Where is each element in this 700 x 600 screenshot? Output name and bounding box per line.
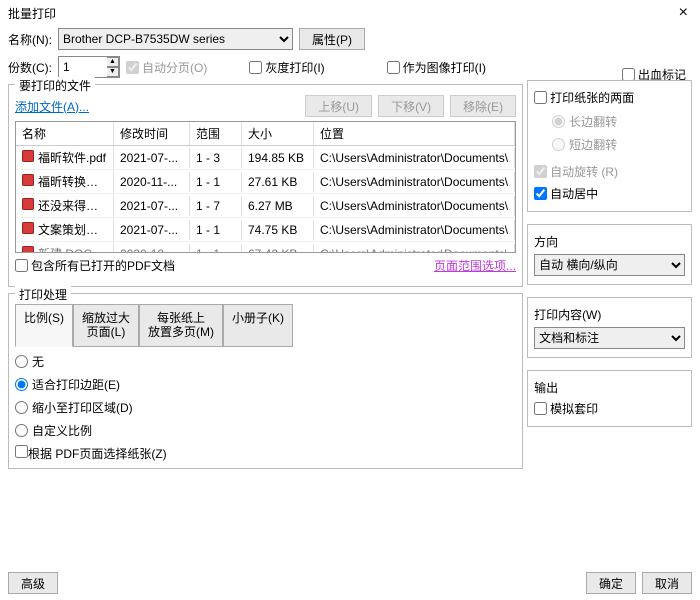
simulate-overprint-checkbox[interactable]: 模拟套印 — [534, 400, 598, 417]
auto-center-checkbox[interactable]: 自动居中 — [534, 185, 598, 202]
image-print-checkbox[interactable]: 作为图像打印(I) — [387, 59, 486, 76]
advanced-button[interactable]: 高级 — [8, 572, 58, 594]
orientation-select[interactable]: 自动 横向/纵向 — [534, 254, 685, 276]
table-row[interactable]: 文案策划人员需...2021-07-...1 - 174.75 KBC:\Use… — [16, 218, 515, 242]
scale-shrink-area-radio[interactable]: 缩小至打印区域(D) — [15, 399, 516, 416]
table-row[interactable]: 新建 DOCY 文档2020-12-1 - 167.42 KBC:\Users\… — [16, 242, 515, 253]
handling-group-title: 打印处理 — [15, 286, 71, 303]
col-loc[interactable]: 位置 — [314, 122, 515, 145]
collate-checkbox: 自动分页(O) — [126, 59, 207, 76]
col-range[interactable]: 范围 — [190, 122, 242, 145]
grayscale-checkbox[interactable]: 灰度打印(I) — [249, 59, 324, 76]
long-edge-radio: 长边翻转 — [552, 113, 685, 130]
print-content-select[interactable]: 文档和标注 — [534, 327, 685, 349]
include-opened-checkbox[interactable]: 包含所有已打开的PDF文档 — [15, 257, 175, 274]
output-label: 输出 — [534, 379, 685, 396]
pdf-icon — [22, 222, 34, 234]
files-group-title: 要打印的文件 — [15, 77, 95, 94]
tab-fit-large[interactable]: 缩放过大 页面(L) — [73, 304, 139, 347]
copies-spinner-up[interactable]: ▲ — [107, 57, 119, 67]
printer-label: 名称(N): — [8, 31, 52, 48]
print-content-label: 打印内容(W) — [534, 306, 685, 323]
tab-booklet[interactable]: 小册子(K) — [223, 304, 293, 347]
tab-multi-per-sheet[interactable]: 每张纸上 放置多页(M) — [139, 304, 223, 347]
pdf-icon — [22, 174, 34, 186]
col-name[interactable]: 名称 — [16, 122, 114, 145]
auto-rotate-checkbox: 自动旋转 (R) — [534, 163, 618, 180]
copies-label: 份数(C): — [8, 59, 52, 76]
pdf-icon — [22, 198, 34, 210]
table-row[interactable]: 福昕软件.pdf2021-07-...1 - 3194.85 KBC:\User… — [16, 146, 515, 170]
copies-input[interactable] — [59, 60, 107, 74]
copies-spinner-down[interactable]: ▼ — [107, 67, 119, 77]
scale-fit-margin-radio[interactable]: 适合打印边距(E) — [15, 376, 516, 393]
move-down-button[interactable]: 下移(V) — [378, 95, 444, 117]
orientation-label: 方向 — [534, 233, 685, 250]
col-date[interactable]: 修改时间 — [114, 122, 190, 145]
scale-none-radio[interactable]: 无 — [15, 353, 516, 370]
remove-button[interactable]: 移除(E) — [450, 95, 516, 117]
scale-custom-radio[interactable]: 自定义比例 — [15, 422, 516, 439]
file-list[interactable]: 名称 修改时间 范围 大小 位置 福昕软件.pdf2021-07-...1 - … — [15, 121, 516, 253]
move-up-button[interactable]: 上移(U) — [305, 95, 372, 117]
close-icon[interactable]: × — [675, 4, 692, 22]
select-paper-by-page-checkbox[interactable]: 根据 PDF页面选择纸张(Z) — [15, 445, 516, 462]
printer-properties-button[interactable]: 属性(P) — [299, 28, 365, 50]
short-edge-radio: 短边翻转 — [552, 136, 685, 153]
add-files-link[interactable]: 添加文件(A)... — [15, 95, 89, 117]
cancel-button[interactable]: 取消 — [642, 572, 692, 594]
tab-scale[interactable]: 比例(S) — [15, 304, 73, 347]
col-size[interactable]: 大小 — [242, 122, 314, 145]
table-row[interactable]: 还没来得及告别...2021-07-...1 - 76.27 MBC:\User… — [16, 194, 515, 218]
pdf-icon — [22, 150, 34, 162]
printer-select[interactable]: Brother DCP-B7535DW series — [58, 28, 293, 50]
pdf-icon — [22, 246, 34, 253]
table-row[interactable]: 福昕转换器演示...2020-11-...1 - 127.61 KBC:\Use… — [16, 170, 515, 194]
ok-button[interactable]: 确定 — [586, 572, 636, 594]
window-title: 批量打印 — [8, 5, 56, 22]
page-range-options-link[interactable]: 页面范围选项... — [434, 257, 516, 274]
duplex-checkbox[interactable]: 打印纸张的两面 — [534, 89, 634, 106]
